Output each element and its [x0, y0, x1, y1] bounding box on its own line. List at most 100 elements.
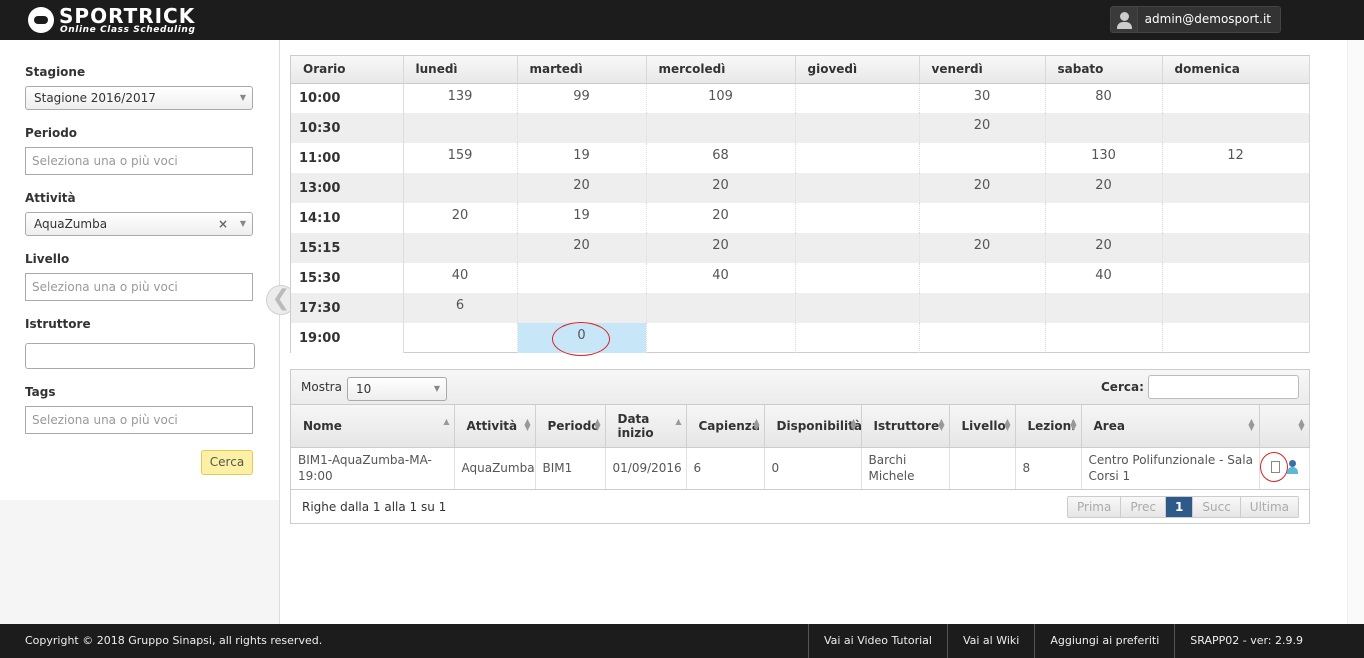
logo-tagline: Online Class Scheduling — [60, 25, 196, 35]
cell-nome: BIM1-AquaZumba-MA-19:00 — [291, 447, 455, 490]
highlight-ring-schedule — [552, 322, 610, 356]
page-current-button[interactable]: 1 — [1166, 497, 1194, 517]
page-last-button[interactable]: Ultima — [1240, 497, 1298, 517]
schedule-cell-giovedi — [795, 173, 920, 203]
schedule-cell-mercoledi[interactable]: 40 — [646, 263, 796, 293]
table-row[interactable]: BIM1-AquaZumba-MA-19:00 AquaZumba BIM1 0… — [291, 447, 1310, 490]
periodo-label: Periodo — [25, 126, 78, 140]
schedule-row: 10:30 20 — [291, 113, 1310, 143]
col-actions[interactable]: ▲ ▼ — [1259, 405, 1310, 448]
class-table: Nome ▲ Attività ▲ ▼ Periodo ▲ ▼ Data inizio ▲ … — [291, 405, 1310, 490]
schedule-cell-sabato — [1045, 323, 1163, 353]
user-menu[interactable]: admin@demosport.it — [1109, 6, 1281, 33]
user-email: admin@demosport.it — [1137, 7, 1280, 32]
scrollbar[interactable] — [1347, 40, 1364, 624]
livello-multiselect[interactable]: Seleziona una o più voci — [25, 273, 253, 301]
schedule-time: 11:00 — [291, 143, 404, 173]
filter-form: Stagione Stagione 2016/2017 ▼ Periodo Se… — [0, 40, 279, 500]
schedule-cell-martedi[interactable]: 20 — [517, 233, 647, 263]
col-livello-label: Livello — [961, 418, 1006, 433]
search-input[interactable] — [1148, 375, 1299, 399]
schedule-cell-mercoledi — [646, 113, 796, 143]
stagione-label: Stagione — [25, 65, 86, 79]
schedule-cell-venerdi[interactable]: 20 — [919, 173, 1046, 203]
page-prev-button[interactable]: Prec — [1121, 497, 1167, 517]
chevron-down-icon: ▼ — [239, 219, 246, 228]
schedule-cell-giovedi — [795, 113, 920, 143]
col-disponibilita-label: Disponibilità — [776, 418, 862, 433]
user-icon[interactable] — [1286, 459, 1300, 476]
schedule-cell-mercoledi[interactable]: 68 — [646, 143, 796, 173]
schedule-cell-lunedi[interactable]: 20 — [403, 203, 518, 233]
schedule-cell-mercoledi[interactable]: 20 — [646, 173, 796, 203]
col-area[interactable]: Area ▲ ▼ — [1081, 405, 1260, 448]
logo-mark-icon — [28, 7, 54, 33]
sort-icon: ▲ ▼ — [938, 417, 945, 432]
col-disponibilita[interactable]: Disponibilità ▲ ▼ — [764, 405, 862, 448]
col-livello[interactable]: Livello ▲ ▼ — [949, 405, 1016, 448]
schedule-cell-sabato[interactable]: 20 — [1045, 233, 1163, 263]
schedule-cell-domenica[interactable]: 12 — [1162, 143, 1310, 173]
schedule-cell-lunedi[interactable]: 139 — [403, 83, 518, 113]
periodo-multiselect[interactable]: Seleziona una o più voci — [25, 147, 253, 175]
schedule-cell-venerdi[interactable]: 30 — [919, 83, 1046, 113]
schedule-row: 19:00 0 — [291, 323, 1310, 353]
schedule-cell-mercoledi[interactable]: 20 — [646, 233, 796, 263]
schedule-cell-domenica — [1162, 173, 1310, 203]
col-nome[interactable]: Nome ▲ — [291, 405, 455, 448]
col-istruttore[interactable]: Istruttore ▲ ▼ — [861, 405, 950, 448]
footer-link-wiki[interactable]: Vai al Wiki — [946, 624, 1034, 658]
livello-label: Livello — [25, 252, 70, 266]
attivita-select[interactable]: AquaZumba × ▼ — [25, 212, 253, 236]
schedule-cell-martedi — [517, 263, 647, 293]
footer-link-add-favorites[interactable]: Aggiungi ai preferiti — [1034, 624, 1174, 658]
schedule-cell-martedi[interactable]: 19 — [517, 143, 647, 173]
col-lezioni[interactable]: Lezioni ▲ ▼ — [1015, 405, 1082, 448]
istruttore-input[interactable] — [25, 343, 255, 369]
col-data-inizio-label: Data inizio — [617, 411, 654, 440]
sort-icon: ▲ ▼ — [1298, 417, 1305, 432]
schedule-cell-martedi — [517, 293, 647, 323]
schedule-cell-venerdi[interactable]: 20 — [919, 233, 1046, 263]
schedule-cell-lunedi[interactable]: 159 — [403, 143, 518, 173]
clear-icon[interactable]: × — [218, 213, 228, 235]
schedule-cell-mercoledi[interactable]: 20 — [646, 203, 796, 233]
col-periodo[interactable]: Periodo ▲ ▼ — [535, 405, 606, 448]
schedule-cell-giovedi — [795, 233, 920, 263]
page-next-button[interactable]: Succ — [1193, 497, 1241, 517]
list-toolbar: Mostra 10 ▼ Cerca: — [291, 370, 1309, 405]
logo-brand: SPORTRICK — [59, 4, 196, 28]
search-button[interactable]: Cerca — [201, 450, 253, 475]
schedule-cell-giovedi — [795, 83, 920, 113]
footer-link-video-tutorial[interactable]: Vai ai Video Tutorial — [807, 624, 947, 658]
schedule-cell-giovedi — [795, 323, 920, 353]
schedule-cell-domenica — [1162, 83, 1310, 113]
col-capienza[interactable]: Capienza ▲ ▼ — [686, 405, 765, 448]
schedule-cell-martedi[interactable]: 99 — [517, 83, 647, 113]
schedule-cell-domenica — [1162, 203, 1310, 233]
schedule-cell-venerdi[interactable]: 20 — [919, 113, 1046, 143]
tags-multiselect[interactable]: Seleziona una o più voci — [25, 406, 253, 434]
schedule-cell-mercoledi[interactable]: 109 — [646, 83, 796, 113]
stagione-select[interactable]: Stagione 2016/2017 ▼ — [25, 86, 253, 110]
sort-icon: ▲ ▼ — [850, 417, 857, 432]
page-size-select[interactable]: 10 ▼ — [347, 377, 447, 401]
col-attivita-label: Attività — [466, 418, 518, 433]
schedule-cell-martedi[interactable]: 19 — [517, 203, 647, 233]
schedule-cell-sabato[interactable]: 130 — [1045, 143, 1163, 173]
col-attivita[interactable]: Attività ▲ ▼ — [454, 405, 536, 448]
schedule-cell-sabato[interactable]: 20 — [1045, 173, 1163, 203]
col-nome-label: Nome — [303, 418, 342, 433]
schedule-cell-lunedi[interactable]: 40 — [403, 263, 518, 293]
schedule-cell-sabato[interactable]: 40 — [1045, 263, 1163, 293]
col-lezioni-label: Lezioni — [1027, 418, 1076, 433]
stagione-value: Stagione 2016/2017 — [34, 91, 156, 105]
logo[interactable]: SPORTRICK Online Class Scheduling — [28, 5, 218, 37]
schedule-cell-sabato[interactable]: 80 — [1045, 83, 1163, 113]
schedule-cell-martedi[interactable]: 20 — [517, 173, 647, 203]
schedule-cell-lunedi[interactable]: 6 — [403, 293, 518, 323]
col-data-inizio[interactable]: Data inizio ▲ — [605, 405, 687, 448]
schedule-cell-sabato — [1045, 293, 1163, 323]
page-first-button[interactable]: Prima — [1067, 497, 1122, 517]
schedule-cell-martedi — [517, 113, 647, 143]
